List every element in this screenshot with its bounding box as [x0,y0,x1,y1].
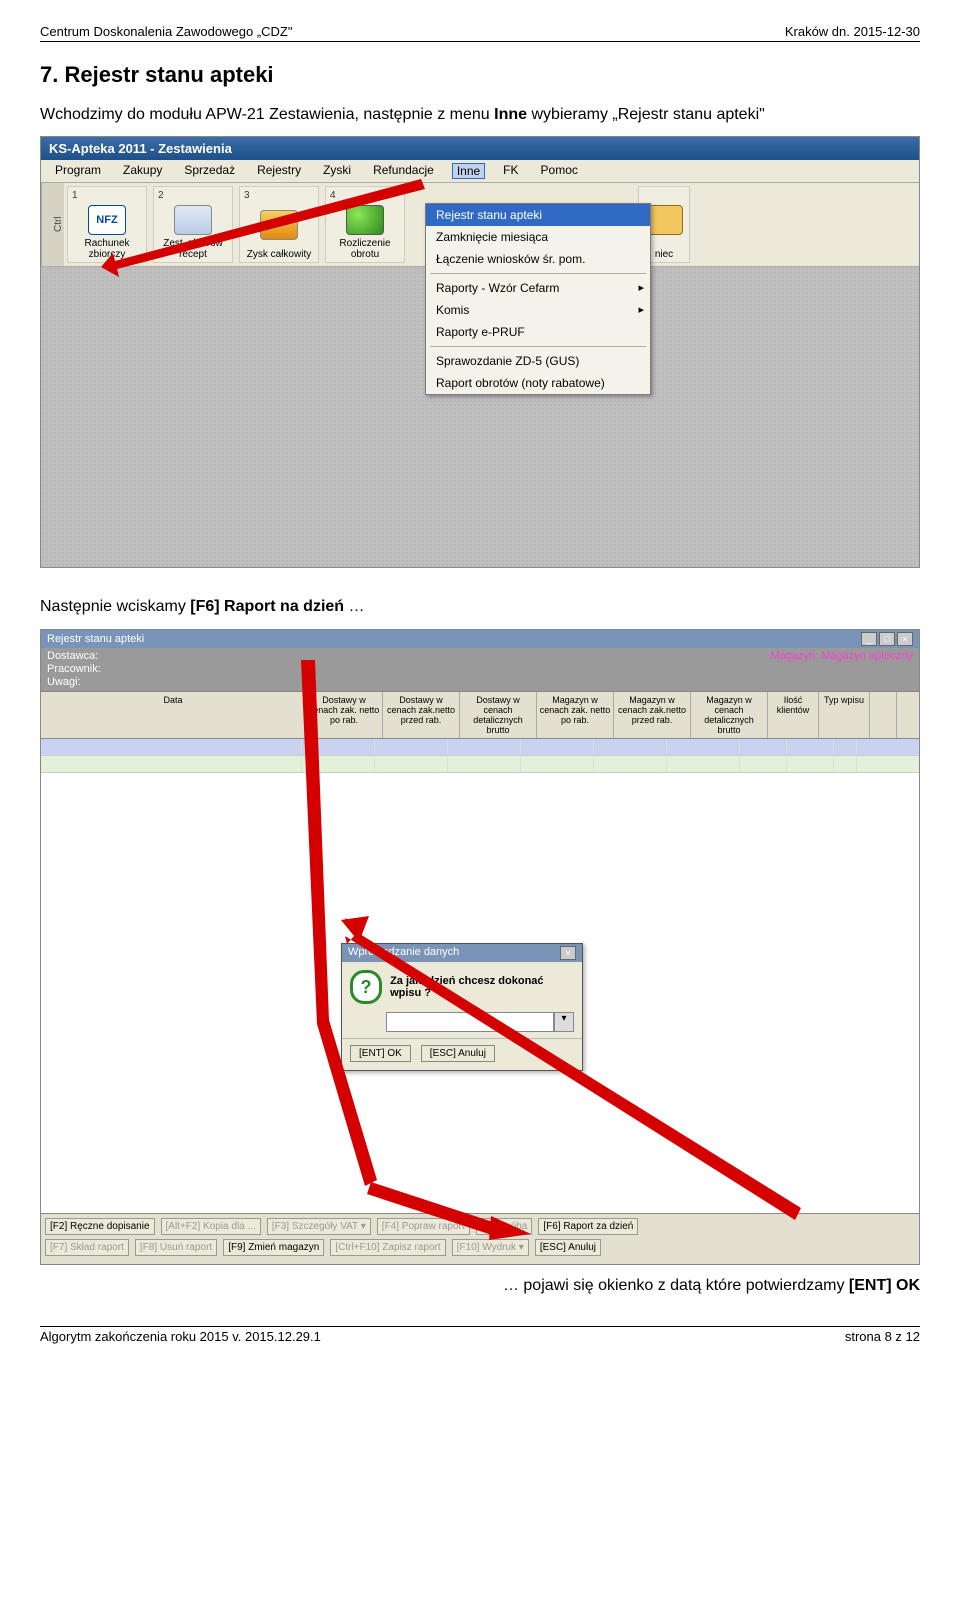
doc-header-left: Centrum Doskonalenia Zawodowego „CDZ" [40,24,292,39]
table-row [41,756,919,773]
paragraph-1: Wchodzimy do modułu APW-21 Zestawienia, … [40,104,920,126]
menu-item-refundacje[interactable]: Refundacje [369,163,438,179]
table-header: DataDostawy w cenach zak. netto po rab.D… [41,691,919,739]
footer-button[interactable]: [F4] Popraw raport [377,1218,470,1235]
toolbar-button-3[interactable]: 3Zysk całkowity [239,186,319,263]
toolbar: Ctrl 1NFZRachunek zbiorczy2Zest. zbiorów… [41,183,919,267]
menu-item-zakupy[interactable]: Zakupy [119,163,166,179]
toolbar-button-2[interactable]: 2Zest. zbiorów recept [153,186,233,263]
dialog-title: Wprowadzanie danych × [342,944,582,962]
menu-item-sprzedaż[interactable]: Sprzedaż [180,163,239,179]
window-buttons[interactable]: _□× [859,632,913,646]
footer-button[interactable]: [F5] Próba [476,1218,533,1235]
footer-left: Algorytm zakończenia roku 2015 v. 2015.1… [40,1329,321,1344]
magazyn-label: Magazyn: Magazyn apteczny [771,650,913,690]
info-row: Dostawca: [47,650,101,663]
menu-item-program[interactable]: Program [51,163,105,179]
paragraph-2: Następnie wciskamy [F6] Raport na dzień … [40,596,920,618]
col-header: Ilość klientów [768,692,819,738]
menu-item[interactable]: Raporty - Wzór Cefarm [426,277,650,299]
col-header: Typ wpisu [819,692,870,738]
toolbar-button-1[interactable]: 1NFZRachunek zbiorczy [67,186,147,263]
footer-button[interactable]: [F3] Szczegóły VAT ▾ [267,1218,371,1235]
magazyn-value: Magazyn apteczny [821,650,913,662]
max-icon[interactable]: □ [879,632,895,646]
doc-header-right: Kraków dn. 2015-12-30 [785,24,920,39]
menu-item[interactable]: Komis [426,299,650,321]
footer-button[interactable]: [F9] Zmień magazyn [223,1239,324,1256]
menu-item[interactable]: Zamknięcie miesiąca [426,226,650,248]
doc-footer: Algorytm zakończenia roku 2015 v. 2015.1… [40,1326,920,1344]
coins-icon [346,205,384,235]
footer-button[interactable]: [ESC] Anuluj [535,1239,601,1256]
menu-item-zyski[interactable]: Zyski [319,163,355,179]
menu-item[interactable]: Raport obrotów (noty rabatowe) [426,372,650,394]
info-panel: Dostawca:Pracownik:Uwagi: Magazyn: Magaz… [41,648,919,692]
window2-title: Rejestr stanu apteki _□× [41,630,919,648]
footer-button[interactable]: [Ctrl+F10] Zapisz raport [330,1239,445,1256]
col-header: Dostawy w cenach zak.netto przed rab. [383,692,460,738]
menu-item-inne[interactable]: Inne [452,163,485,179]
menu-item[interactable]: Rejestr stanu apteki [426,204,650,226]
menu-item-fk[interactable]: FK [499,163,522,179]
toolbar-button-4[interactable]: 4Rozliczenie obrotu [325,186,405,263]
footer-buttons: [F2] Ręczne dopisanie [Alt+F2] Kopia dla … [41,1213,919,1264]
calendar-icon[interactable]: ▾ [554,1012,574,1032]
min-icon[interactable]: _ [861,632,877,646]
question-icon: ? [350,970,382,1004]
col-header: Dostawy w cenach zak. netto po rab. [306,692,383,738]
footer-button[interactable]: [F10] Wydruk ▾ [452,1239,529,1256]
col-header: Magazyn w cenach zak. netto po rab. [537,692,614,738]
bars-icon [260,210,298,240]
col-header: Magazyn w cenach zak.netto przed rab. [614,692,691,738]
doc-icon [174,205,212,235]
menu-item[interactable]: Łączenie wniosków śr. pom. [426,248,650,270]
doc-header: Centrum Doskonalenia Zawodowego „CDZ" Kr… [40,24,920,42]
menu-item-rejestry[interactable]: Rejestry [253,163,305,179]
section-title: 7. Rejestr stanu apteki [40,62,920,88]
footer-button[interactable]: [F6] Raport za dzień [538,1218,638,1235]
menu-bar[interactable]: Program Zakupy Sprzedaż Rejestry Zyski Refund… [41,160,919,183]
col-header: Dostawy w cenach detalicznych brutto [460,692,537,738]
ok-button[interactable]: [ENT] OK [350,1045,411,1062]
close-icon[interactable]: × [897,632,913,646]
info-row: Uwagi: [47,676,101,689]
close-icon[interactable]: × [560,946,576,960]
menu-item[interactable]: Sprawozdanie ZD-5 (GUS) [426,350,650,372]
footer-button[interactable]: [F7] Skład raport [45,1239,129,1256]
date-input[interactable] [386,1012,554,1032]
dialog-wprowadzanie: Wprowadzanie danych × ? Za jaki dzień ch… [341,943,583,1071]
footer-button[interactable]: [F8] Usuń raport [135,1239,217,1256]
ctrl-tab: Ctrl [41,183,64,266]
footer-button[interactable]: [F2] Ręczne dopisanie [45,1218,155,1235]
window-title: KS-Apteka 2011 - Zestawienia [41,137,919,160]
screenshot-rejestr: Rejestr stanu apteki _□× Dostawca:Pracow… [40,629,920,1266]
menu-inne-dropdown[interactable]: Rejestr stanu aptekiZamknięcie miesiącaŁ… [425,203,651,395]
dialog-question: Za jaki dzień chcesz dokonać wpisu ? [390,975,574,999]
paragraph-3: … pojawi się okienko z datą które potwie… [40,1275,920,1297]
screenshot-zestawienia: KS-Apteka 2011 - Zestawienia Program Zaku… [40,136,920,568]
footer-right: strona 8 z 12 [845,1329,920,1344]
info-row: Pracownik: [47,663,101,676]
menu-item[interactable]: Raporty e-PRUF [426,321,650,343]
cancel-button[interactable]: [ESC] Anuluj [421,1045,495,1062]
col-header: Magazyn w cenach detalicznych brutto [691,692,768,738]
menu-item-pomoc[interactable]: Pomoc [537,163,582,179]
footer-button[interactable]: [Alt+F2] Kopia dla ... [161,1218,261,1235]
table-body-empty: Wprowadzanie danych × ? Za jaki dzień ch… [41,773,919,1213]
table-row[interactable] [41,739,919,756]
nfz-icon: NFZ [88,205,126,235]
col-header: Data [41,692,306,738]
